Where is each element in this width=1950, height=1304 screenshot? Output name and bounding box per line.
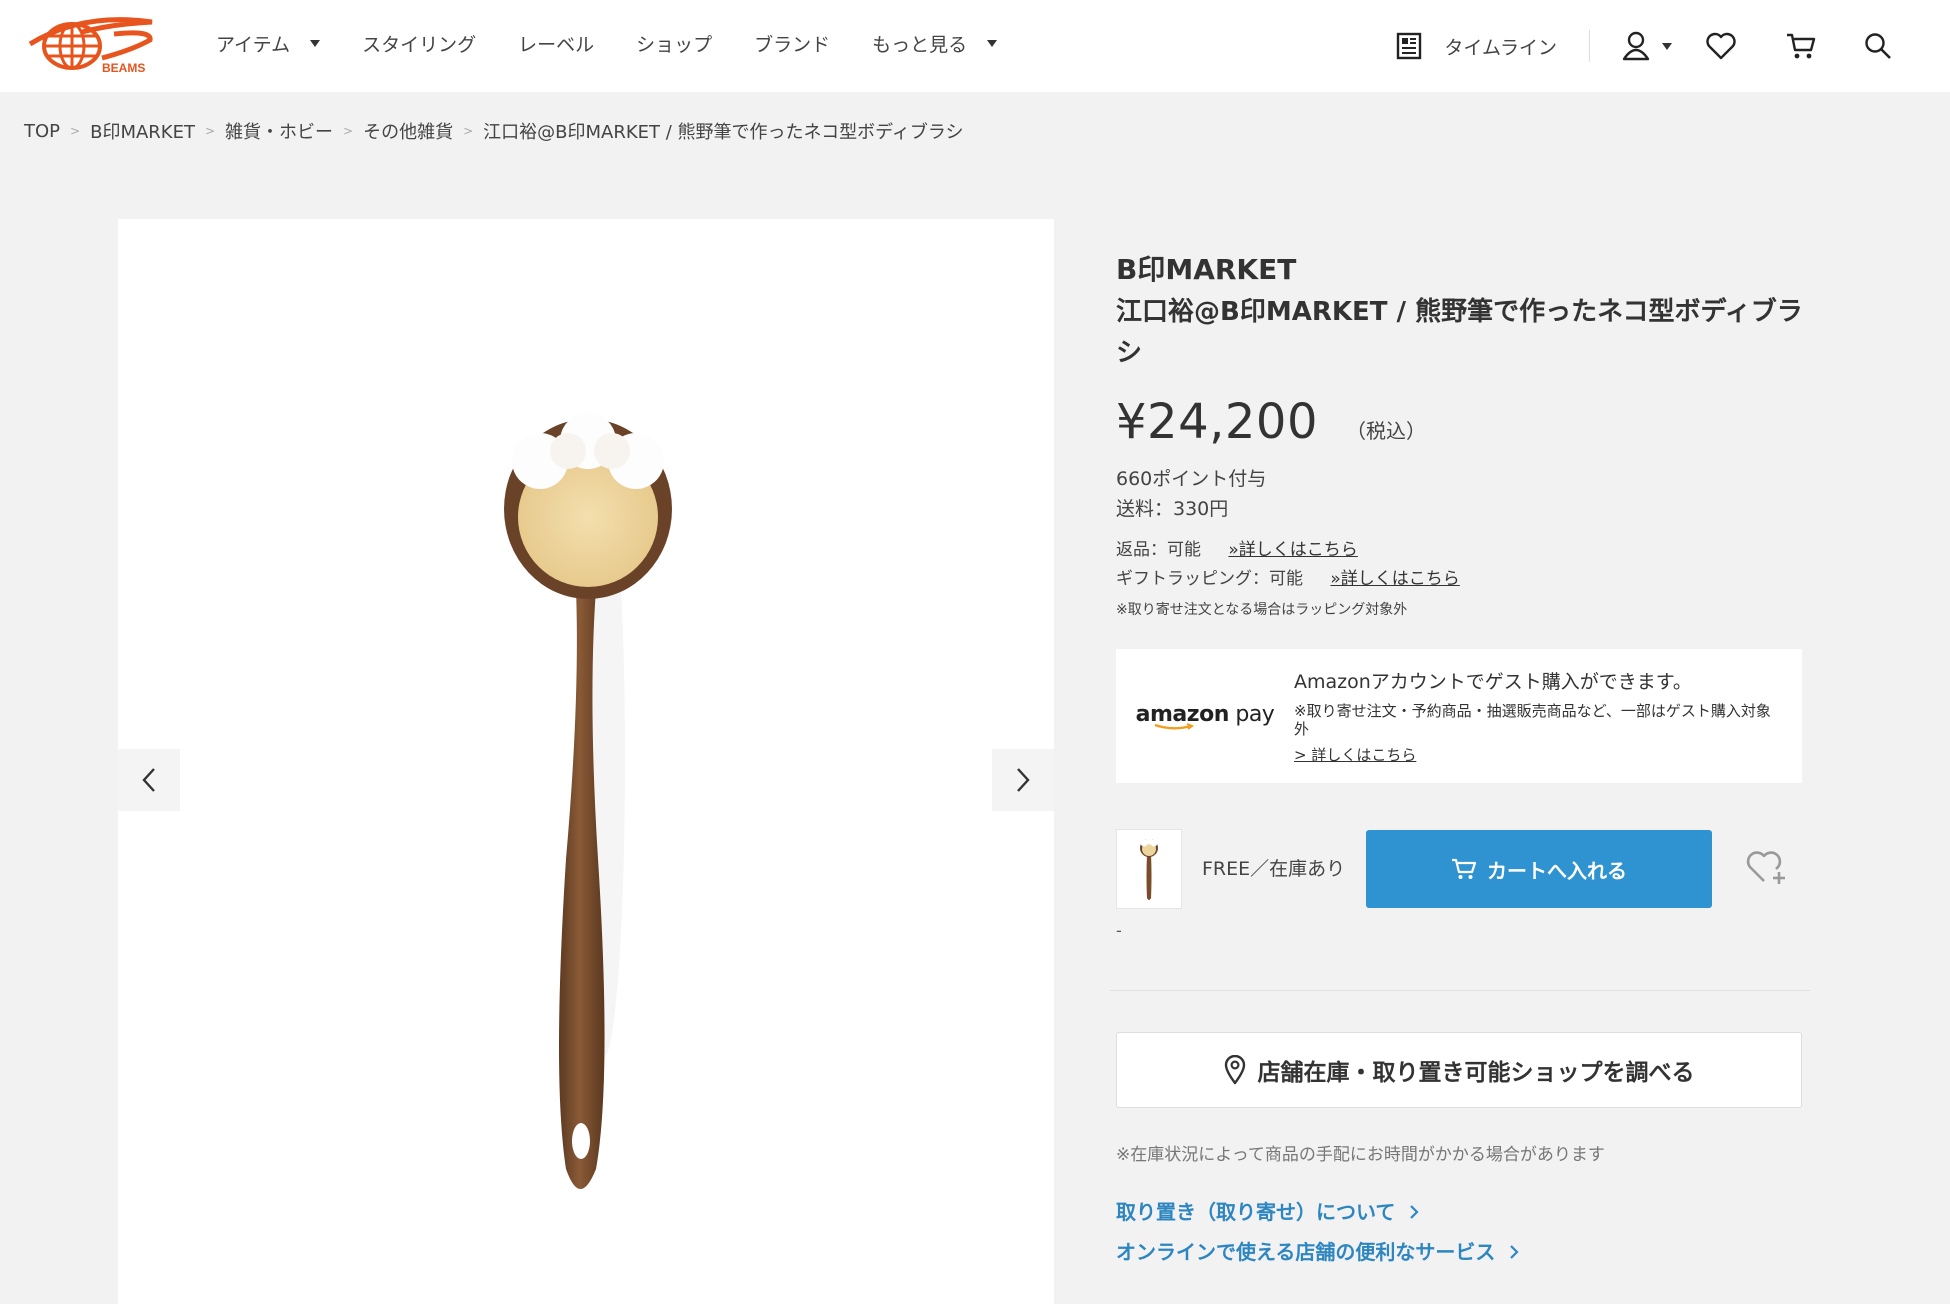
returns-details-link[interactable]: »詳しくはこちら [1228,540,1357,560]
variant-label: FREE／在庫あり [1202,858,1346,880]
variant-thumbnail[interactable] [1116,829,1182,909]
breadcrumb-separator: > [343,124,354,138]
amazon-details-link[interactable]: > 詳しくはこちら [1294,744,1782,765]
breadcrumb-item[interactable]: B印MARKET [90,118,195,144]
amazon-smile-icon [1154,722,1195,730]
nav-item-label: もっと見る [872,34,968,56]
store-stock-button[interactable]: 店舗在庫・取り置き可能ショップを調べる [1116,1032,1802,1108]
product-meta: 660ポイント付与 送料：330円 [1116,464,1804,524]
variant-dash: - [1116,921,1122,940]
breadcrumb-item[interactable]: 雑貨・ホビー [225,118,333,144]
amazon-pay-logo: amazon pay [1116,702,1294,731]
caret-down-icon [310,40,321,47]
brush-thumbnail-icon [1140,837,1158,900]
store-stock-label: 店舗在庫・取り置き可能ショップを調べる [1257,1060,1695,1086]
cart-icon [1452,858,1477,879]
price-row: ¥24,200 （税込） [1116,394,1804,450]
nav-item-brand[interactable]: ブランド [754,30,830,57]
reservation-info-link[interactable]: 取り置き（取り寄せ）について [1116,1196,1420,1225]
site-header: BEAMS アイテム スタイリング レーベル ショップ ブランド もっと見る タ… [0,0,1950,92]
account-menu[interactable] [1622,31,1672,61]
store-services-label: オンラインで使える店舗の便利なサービス [1116,1240,1496,1264]
product-title: 江口裕@B印MARKET / 熊野筆で作ったネコ型ボディブラシ [1116,297,1803,368]
add-to-cart-button[interactable]: カートへ入れる [1366,830,1712,908]
favorites-button[interactable] [1706,32,1736,60]
nav-item-styling[interactable]: スタイリング [362,30,476,57]
gallery-prev-button[interactable] [118,749,180,811]
newspaper-icon [1397,32,1422,60]
gift-details-link[interactable]: »詳しくはこちら [1330,569,1459,589]
caret-down-icon [987,40,998,47]
timeline-link[interactable]: タイムライン [1396,32,1557,60]
amazon-pay-box: amazon pay Amazonアカウントでゲスト購入ができます。 ※取り寄せ… [1116,649,1802,783]
cart-button[interactable] [1786,32,1816,60]
gift-wrapping-text: ギフトラッピング：可能 [1116,569,1303,589]
header-actions: タイムライン [1396,0,1950,92]
search-icon [1865,33,1891,59]
product-image [504,413,672,1189]
divider [1110,990,1810,991]
user-icon [1622,31,1650,61]
product-gallery [118,219,1054,1304]
gallery-next-button[interactable] [992,749,1054,811]
stock-note: ※在庫状況によって商品の手配にお時間がかかる場合があります [1116,1145,1605,1165]
add-to-cart-label: カートへ入れる [1487,858,1627,883]
caret-down-icon [1662,42,1672,50]
breadcrumb-separator: > [70,124,81,138]
nav-item-label: ブランド [754,34,831,56]
divider [1589,30,1590,62]
search-button[interactable] [1864,32,1892,60]
product-info: B印MARKET 江口裕@B印MARKET / 熊野筆で作ったネコ型ボディブラシ… [1116,250,1804,940]
tax-label: （税込） [1346,419,1426,443]
nav-item-label: ショップ [636,34,713,56]
amazon-headline: Amazonアカウントでゲスト購入ができます。 [1294,671,1692,693]
breadcrumb: TOP > B印MARKET > 雑貨・ホビー > その他雑貨 > 江口裕@B印… [24,118,964,144]
timeline-label: タイムライン [1444,36,1557,59]
nav-item-label: アイテム [216,34,291,56]
price: ¥24,200 [1116,394,1318,450]
chevron-left-icon [142,768,155,792]
policy-info: 返品：可能 »詳しくはこちら ギフトラッピング：可能 »詳しくはこちら ※取り寄… [1116,536,1804,625]
add-to-favorites-button[interactable] [1746,848,1788,890]
map-pin-icon [1224,1055,1245,1085]
nav-item-items[interactable]: アイテム [216,30,321,57]
cart-icon [1787,33,1816,59]
nav-item-label: レーベル [518,34,595,56]
nav-item-label-list[interactable]: レーベル [518,30,594,57]
chevron-right-icon [1410,1205,1419,1219]
amazon-pay-text: Amazonアカウントでゲスト購入ができます。 ※取り寄せ注文・予約商品・抽選販… [1294,667,1802,765]
breadcrumb-item[interactable]: TOP [24,121,60,142]
points-text: 660ポイント付与 [1116,468,1267,490]
nav-item-shop[interactable]: ショップ [636,30,712,57]
shipping-text: 送料：330円 [1116,498,1229,520]
amazon-note: ※取り寄せ注文・予約商品・抽選販売商品など、一部はゲスト購入対象外 [1294,702,1771,738]
store-services-link[interactable]: オンラインで使える店舗の便利なサービス [1116,1236,1520,1265]
nav-item-more[interactable]: もっと見る [872,30,998,57]
chevron-right-icon [1017,768,1030,792]
variant-row: FREE／在庫あり カートへ入れる [1116,829,1804,909]
breadcrumb-separator: > [204,124,216,138]
nav-item-label: スタイリング [362,34,477,56]
reservation-info-label: 取り置き（取り寄せ）について [1116,1200,1396,1224]
heart-plus-icon [1746,851,1785,884]
chevron-right-icon [1510,1245,1519,1259]
breadcrumb-item[interactable]: その他雑貨 [363,118,453,144]
amazon-logo-pay: pay [1228,701,1275,727]
breadcrumb-current: 江口裕@B印MARKET / 熊野筆で作ったネコ型ボディブラシ [483,122,964,143]
beams-logo[interactable]: BEAMS [22,16,158,76]
breadcrumb-separator: > [463,124,474,138]
returns-text: 返品：可能 [1116,540,1201,560]
heart-icon [1706,32,1736,60]
gift-note: ※取り寄せ注文となる場合はラッピング対象外 [1116,602,1408,618]
brand-name[interactable]: B印MARKET [1116,250,1804,290]
main-nav: アイテム スタイリング レーベル ショップ ブランド もっと見る [216,30,1039,57]
logo-text: BEAMS [102,61,145,75]
